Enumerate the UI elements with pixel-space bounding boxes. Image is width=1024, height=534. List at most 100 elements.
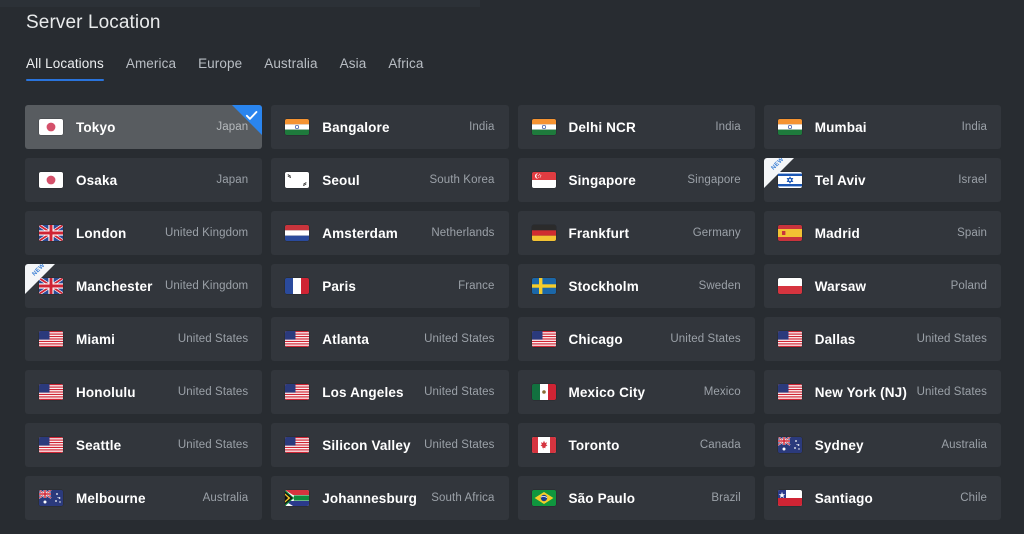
server-location-panel: Server Location All Locations America Euro… <box>0 0 1024 534</box>
location-country: Spain <box>957 227 987 239</box>
location-card[interactable]: Delhi NCR India <box>517 105 755 149</box>
flag-icon-in <box>285 119 310 135</box>
flag-icon-us <box>39 437 63 453</box>
flag-icon-in <box>531 119 556 135</box>
location-card[interactable]: Toronto Canada <box>517 423 755 467</box>
location-country: India <box>961 121 987 133</box>
new-ribbon <box>25 264 55 294</box>
location-country: United States <box>424 439 495 451</box>
location-card[interactable]: Tokyo Japan <box>25 105 263 149</box>
flag-icon-au <box>39 490 63 506</box>
flag-icon-es <box>777 225 802 241</box>
location-city: Sydney <box>814 437 864 453</box>
location-country: Mexico <box>703 386 741 398</box>
location-country: Poland <box>950 280 987 292</box>
location-country: United States <box>177 333 249 345</box>
location-card[interactable]: Bangalore India <box>271 105 509 149</box>
location-card[interactable]: London United Kingdom <box>25 211 263 255</box>
location-card[interactable]: São Paulo Brazil <box>517 476 755 520</box>
flag-icon-us <box>777 331 802 347</box>
tab-australia[interactable]: Australia <box>264 56 331 81</box>
location-card[interactable]: Osaka Japan <box>25 158 263 202</box>
location-city: Delhi NCR <box>568 119 636 135</box>
location-city: Toronto <box>568 437 620 453</box>
location-card[interactable]: Seattle United States <box>25 423 263 467</box>
location-country: United States <box>177 386 249 398</box>
location-country: United States <box>916 333 987 345</box>
location-card[interactable]: Tel Aviv Israel NEW <box>763 158 1001 202</box>
tab-europe[interactable]: Europe <box>198 56 256 81</box>
location-country: Germany <box>692 227 741 239</box>
location-country: Netherlands <box>431 227 495 239</box>
location-card[interactable]: Chicago United States <box>517 317 755 361</box>
location-card[interactable]: Honolulu United States <box>25 370 263 414</box>
tab-africa[interactable]: Africa <box>388 56 437 81</box>
location-card[interactable]: Santiago Chile <box>763 476 1001 520</box>
flag-icon-fr <box>285 278 310 294</box>
flag-icon-us <box>777 384 802 400</box>
location-card[interactable]: Amsterdam Netherlands <box>271 211 509 255</box>
location-card[interactable]: Atlanta United States <box>271 317 509 361</box>
location-city: Chicago <box>568 331 623 347</box>
flag-icon-za <box>285 490 310 506</box>
location-card[interactable]: Stockholm Sweden <box>517 264 755 308</box>
location-card[interactable]: Sydney Australia <box>763 423 1001 467</box>
location-card[interactable]: Miami United States <box>25 317 263 361</box>
location-city: Paris <box>322 278 357 294</box>
location-city: Tokyo <box>76 119 116 135</box>
location-card[interactable]: Los Angeles United States <box>271 370 509 414</box>
location-country: France <box>458 280 495 292</box>
location-card[interactable]: Mexico City Mexico <box>517 370 755 414</box>
location-card[interactable]: New York (NJ) United States <box>763 370 1001 414</box>
location-card[interactable]: Madrid Spain <box>763 211 1001 255</box>
flag-icon-us <box>531 331 556 347</box>
location-card[interactable]: Manchester United Kingdom NEW <box>25 264 263 308</box>
location-card[interactable]: Johannesburg South Africa <box>271 476 509 520</box>
location-country: Sweden <box>698 280 741 292</box>
flag-icon-jp <box>39 172 63 188</box>
location-city: Mumbai <box>814 119 867 135</box>
tab-america[interactable]: America <box>126 56 190 81</box>
new-ribbon <box>763 158 794 188</box>
location-country: South Korea <box>429 174 495 186</box>
location-city: Tel Aviv <box>814 172 866 188</box>
location-city: London <box>76 225 127 241</box>
flag-icon-ca <box>531 437 556 453</box>
flag-icon-us <box>285 331 310 347</box>
flag-icon-mx <box>531 384 556 400</box>
location-country: Japan <box>216 174 249 186</box>
location-city: Osaka <box>76 172 118 188</box>
location-city: Warsaw <box>814 278 867 294</box>
flag-icon-us <box>39 384 63 400</box>
tab-asia[interactable]: Asia <box>340 56 381 81</box>
location-city: Seoul <box>322 172 360 188</box>
flag-icon-us <box>285 437 310 453</box>
location-city: Santiago <box>814 490 873 506</box>
location-card[interactable]: Dallas United States <box>763 317 1001 361</box>
location-city: Amsterdam <box>322 225 398 241</box>
location-card[interactable]: Silicon Valley United States <box>271 423 509 467</box>
location-country: Chile <box>960 492 987 504</box>
location-country: Israel <box>958 174 987 186</box>
location-city: Bangalore <box>322 119 390 135</box>
location-country: Brazil <box>711 492 741 504</box>
region-tabs: All Locations America Europe Australia Asia A… <box>26 56 445 81</box>
location-country: India <box>715 121 741 133</box>
location-card[interactable]: Seoul South Korea <box>271 158 509 202</box>
location-city: Singapore <box>568 172 636 188</box>
location-city: Seattle <box>76 437 122 453</box>
location-card[interactable]: Mumbai India <box>763 105 1001 149</box>
location-city: Manchester <box>76 278 153 294</box>
tab-all-locations[interactable]: All Locations <box>26 56 118 81</box>
location-card[interactable]: Singapore Singapore <box>517 158 755 202</box>
flag-icon-br <box>531 490 556 506</box>
location-card[interactable]: Warsaw Poland <box>763 264 1001 308</box>
location-city: Los Angeles <box>322 384 404 400</box>
location-card[interactable]: Melbourne Australia <box>25 476 263 520</box>
location-country: South Africa <box>431 492 495 504</box>
flag-icon-in <box>777 119 802 135</box>
flag-icon-sg <box>531 172 556 188</box>
location-country: United Kingdom <box>165 227 249 239</box>
location-card[interactable]: Frankfurt Germany <box>517 211 755 255</box>
location-card[interactable]: Paris France <box>271 264 509 308</box>
